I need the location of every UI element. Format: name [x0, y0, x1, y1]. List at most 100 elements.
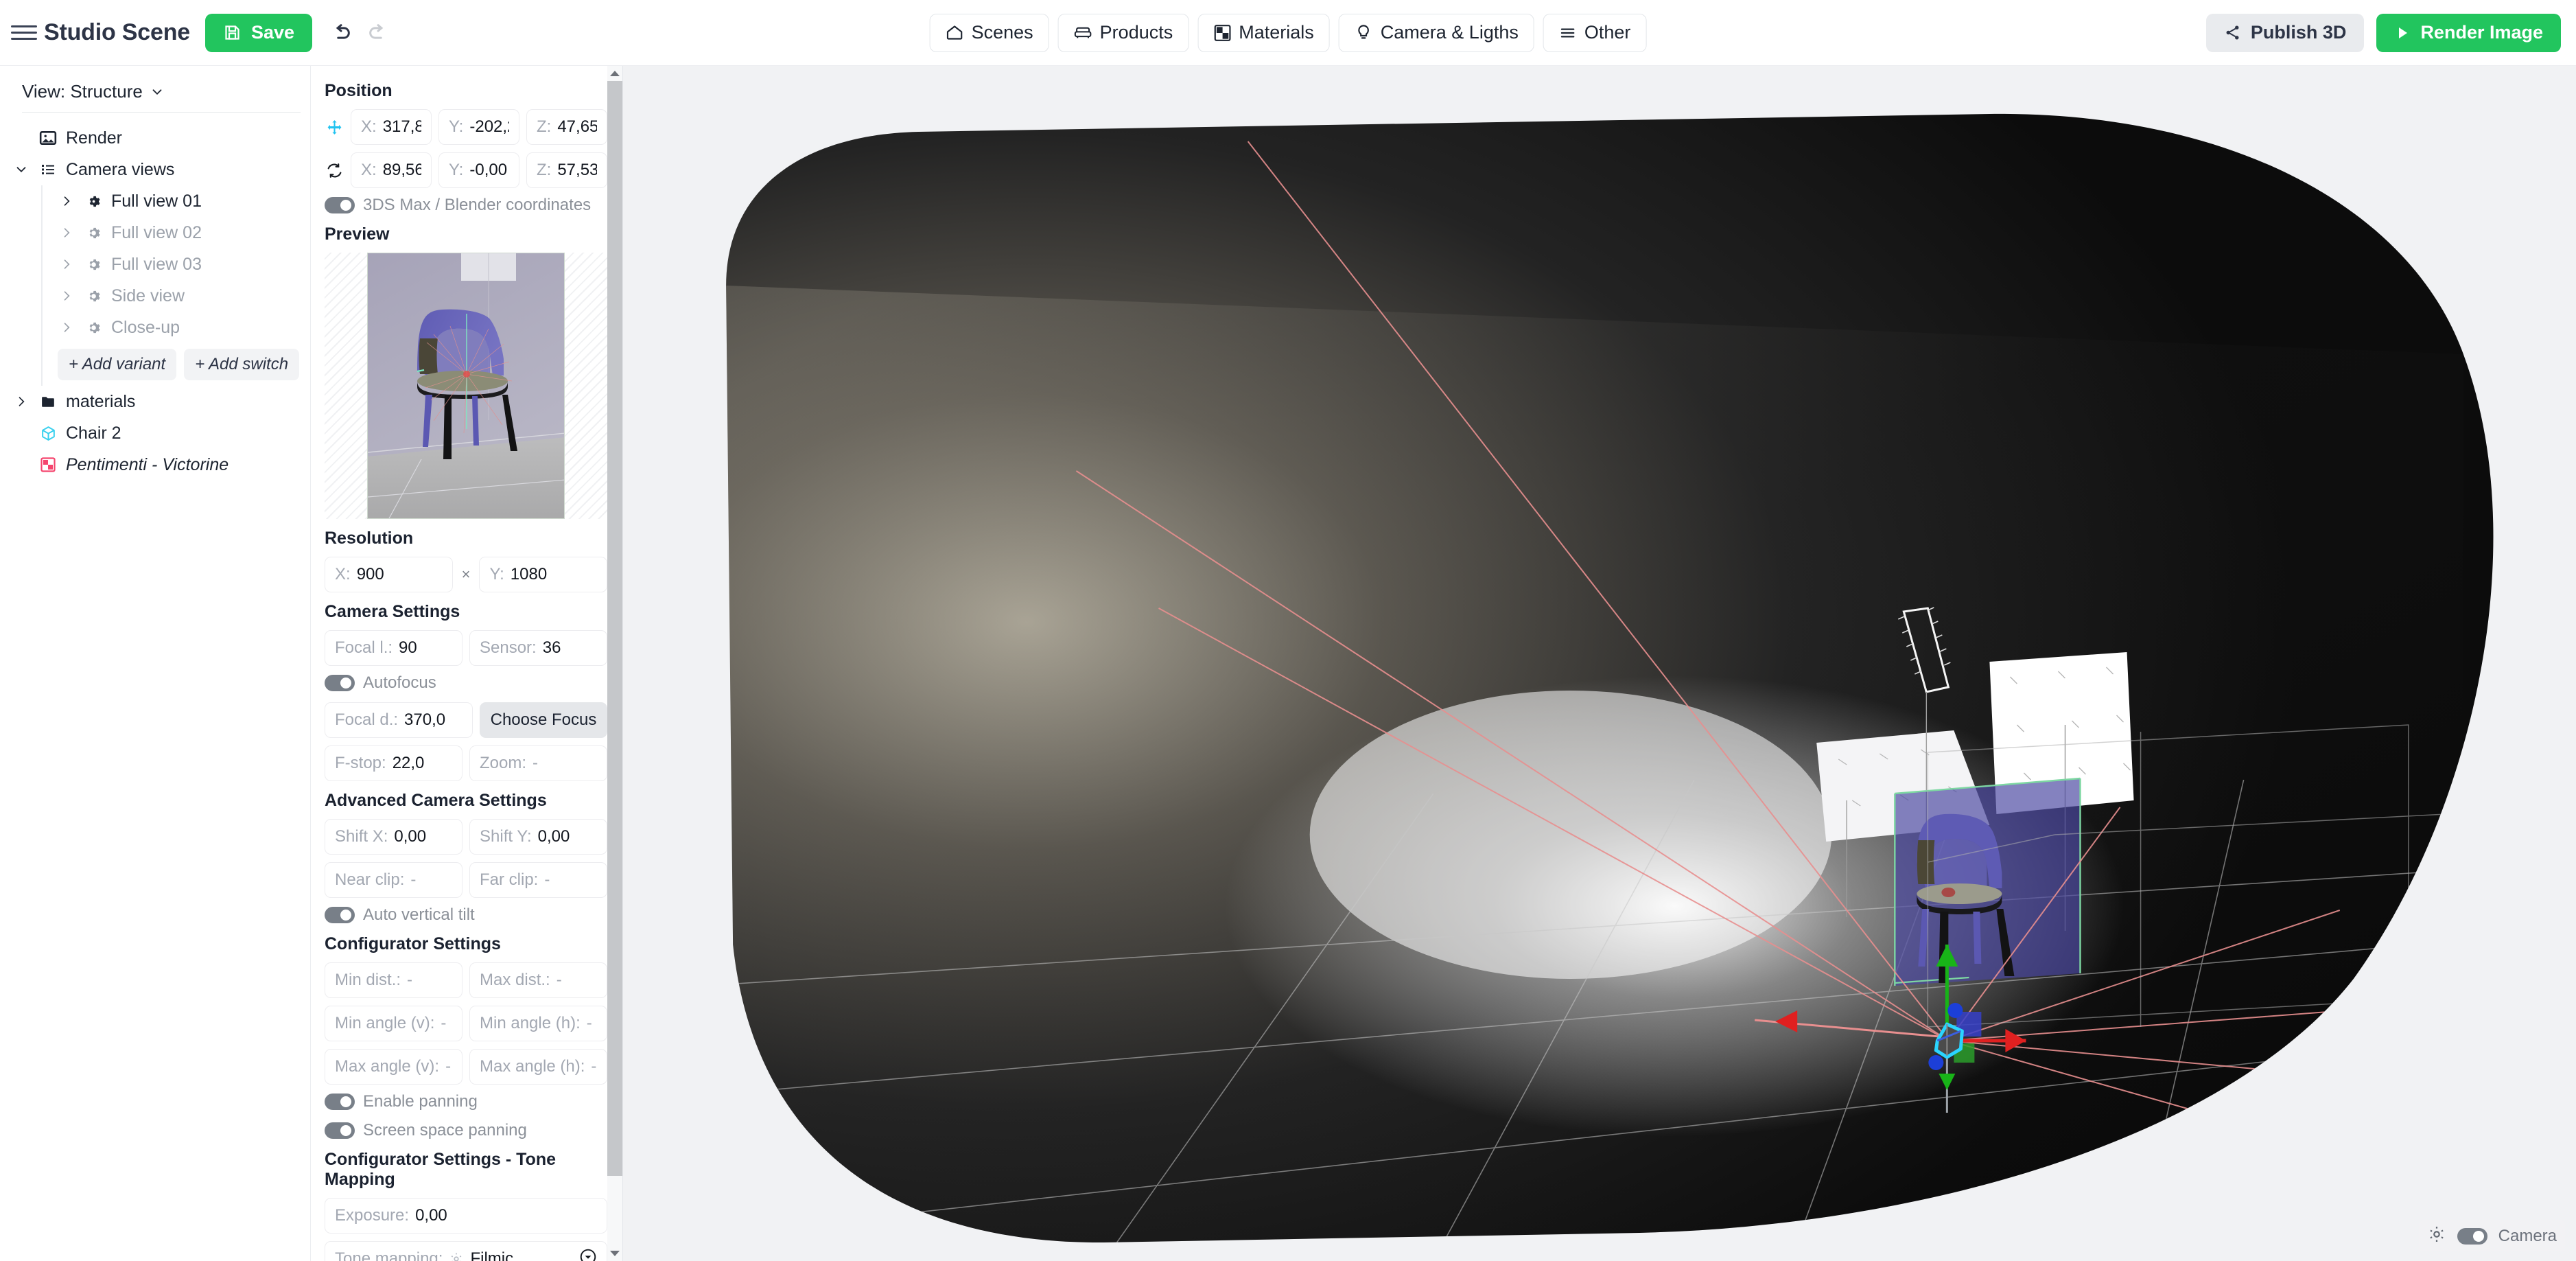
- preview-render-image[interactable]: [367, 253, 565, 519]
- tab-products[interactable]: Products: [1058, 14, 1189, 52]
- coordinates-toggle-row[interactable]: 3DS Max / Blender coordinates: [325, 196, 607, 215]
- 3d-viewport[interactable]: Camera: [623, 66, 2576, 1261]
- preview-thumbnail-container: [325, 253, 607, 519]
- chevron-right-icon[interactable]: [58, 321, 75, 334]
- chevron-right-icon[interactable]: [58, 257, 75, 271]
- publish-3d-label: Publish 3D: [2251, 22, 2347, 43]
- min-angle-v-field[interactable]: Min angle (v): -: [325, 1006, 462, 1041]
- scroll-down-arrow-icon[interactable]: [609, 1246, 620, 1261]
- position-x-field[interactable]: X: 317,88: [351, 109, 432, 145]
- enable-panning-row[interactable]: Enable panning: [325, 1092, 607, 1111]
- min-dist-field[interactable]: Min dist.: -: [325, 962, 462, 998]
- tree-item-materials[interactable]: materials: [0, 386, 310, 417]
- min-angle-h-field[interactable]: Min angle (h): -: [469, 1006, 607, 1041]
- camera-toggle[interactable]: [2457, 1228, 2487, 1245]
- publish-3d-button[interactable]: Publish 3D: [2206, 14, 2365, 52]
- rotation-z-value: 57,53: [557, 161, 597, 180]
- tab-other[interactable]: Other: [1543, 14, 1647, 52]
- min-dist-value: -: [407, 971, 412, 990]
- undo-arrow-icon[interactable]: [327, 19, 355, 47]
- coordinates-toggle[interactable]: [325, 197, 355, 213]
- max-angle-v-label: Max angle (v):: [335, 1057, 439, 1076]
- gear-icon[interactable]: [2427, 1225, 2446, 1247]
- resolution-y-field[interactable]: Y: 1080: [479, 557, 607, 592]
- rotation-x-field[interactable]: X: 89,56: [351, 152, 432, 188]
- tree-item-chair-2[interactable]: Chair 2: [0, 417, 310, 449]
- chevron-down-circle-icon[interactable]: [579, 1248, 597, 1261]
- properties-scrollbar-track[interactable]: [607, 81, 622, 1246]
- resolution-row: X: 900 × Y: 1080: [325, 557, 607, 592]
- exposure-value: 0,00: [415, 1206, 447, 1225]
- far-clip-field[interactable]: Far clip: -: [469, 862, 607, 898]
- position-z-label: Z:: [537, 117, 551, 137]
- sensor-field[interactable]: Sensor: 36: [469, 630, 607, 666]
- tree-item-side-view[interactable]: Side view: [43, 280, 310, 312]
- tree-item-full-view-01[interactable]: Full view 01: [43, 185, 310, 217]
- auto-vertical-tilt-row[interactable]: Auto vertical tilt: [325, 905, 607, 925]
- screen-space-panning-row[interactable]: Screen space panning: [325, 1121, 607, 1140]
- tree-item-full-view-03[interactable]: Full view 03: [43, 248, 310, 280]
- position-y-field[interactable]: Y: -202,26: [438, 109, 519, 145]
- tree-item-render[interactable]: Render: [0, 122, 310, 154]
- enable-panning-toggle[interactable]: [325, 1094, 355, 1110]
- far-clip-label: Far clip:: [480, 870, 538, 890]
- rotation-x-value: 89,56: [383, 161, 421, 180]
- auto-vertical-tilt-label: Auto vertical tilt: [363, 905, 475, 925]
- render-image-button[interactable]: Render Image: [2376, 14, 2561, 52]
- shift-x-field[interactable]: Shift X: 0,00: [325, 819, 462, 855]
- preview-section-title: Preview: [325, 224, 607, 244]
- view-mode-selector[interactable]: View: Structure: [0, 74, 310, 112]
- position-y-label: Y:: [449, 117, 463, 137]
- redo-arrow-icon[interactable]: [364, 19, 392, 47]
- near-clip-field[interactable]: Near clip: -: [325, 862, 462, 898]
- fstop-field[interactable]: F-stop: 22,0: [325, 745, 462, 781]
- tab-scenes[interactable]: Scenes: [930, 14, 1049, 52]
- chevron-down-icon[interactable]: [12, 162, 30, 177]
- hamburger-icon[interactable]: [11, 20, 37, 46]
- choose-focus-button[interactable]: Choose Focus: [480, 702, 607, 738]
- scroll-up-arrow-icon[interactable]: [609, 66, 620, 81]
- zoom-field[interactable]: Zoom: -: [469, 745, 607, 781]
- add-variant-button[interactable]: + Add variant: [58, 349, 176, 380]
- add-switch-button[interactable]: + Add switch: [184, 349, 299, 380]
- auto-vertical-tilt-toggle[interactable]: [325, 907, 355, 923]
- tab-materials[interactable]: Materials: [1197, 14, 1330, 52]
- focal-length-field[interactable]: Focal l.: 90: [325, 630, 462, 666]
- focal-length-value: 90: [399, 638, 417, 658]
- shift-row: Shift X: 0,00 Shift Y: 0,00: [325, 819, 607, 855]
- tree-item-full-view-02[interactable]: Full view 02: [43, 217, 310, 248]
- topbar-left-group: Studio Scene Save: [0, 14, 392, 52]
- shift-y-field[interactable]: Shift Y: 0,00: [469, 819, 607, 855]
- max-angle-h-field[interactable]: Max angle (h): -: [469, 1049, 607, 1085]
- tree-item-pentimenti-victorine[interactable]: Pentimenti - Victorine: [0, 449, 310, 481]
- tab-products-label: Products: [1100, 22, 1173, 43]
- max-dist-field[interactable]: Max dist.: -: [469, 962, 607, 998]
- move-arrows-icon: [325, 119, 344, 136]
- chevron-right-icon[interactable]: [58, 226, 75, 240]
- tab-camera-lights[interactable]: Camera & Ligths: [1339, 14, 1534, 52]
- main-tabs: Scenes Products Materials Camera & L: [930, 14, 1647, 52]
- autofocus-toggle-row[interactable]: Autofocus: [325, 673, 607, 693]
- screen-space-panning-toggle[interactable]: [325, 1122, 355, 1139]
- tone-mapping-select[interactable]: Tone mapping: Filmic: [325, 1241, 607, 1261]
- tree-item-camera-views[interactable]: Camera views: [0, 154, 310, 185]
- resolution-x-field[interactable]: X: 900: [325, 557, 453, 592]
- rotation-z-field[interactable]: Z: 57,53: [526, 152, 607, 188]
- tone-mapping-value: Filmic: [470, 1249, 513, 1261]
- properties-scrollbar[interactable]: [607, 66, 622, 1261]
- chevron-right-icon[interactable]: [58, 194, 75, 208]
- position-z-field[interactable]: Z: 47,65: [526, 109, 607, 145]
- gear-icon: [449, 1251, 464, 1261]
- save-button[interactable]: Save: [205, 14, 312, 52]
- autofocus-toggle[interactable]: [325, 675, 355, 691]
- exposure-field[interactable]: Exposure: 0,00: [325, 1198, 607, 1234]
- properties-scrollbar-thumb[interactable]: [607, 81, 622, 1176]
- position-x-value: 317,88: [383, 117, 421, 137]
- chevron-right-icon[interactable]: [12, 395, 30, 408]
- tree-item-close-up[interactable]: Close-up: [43, 312, 310, 343]
- max-angle-v-field[interactable]: Max angle (v): -: [325, 1049, 462, 1085]
- focal-distance-field[interactable]: Focal d.: 370,0: [325, 702, 473, 738]
- chevron-right-icon[interactable]: [58, 289, 75, 303]
- resolution-x-value: 900: [357, 565, 384, 584]
- rotation-y-field[interactable]: Y: -0,00: [438, 152, 519, 188]
